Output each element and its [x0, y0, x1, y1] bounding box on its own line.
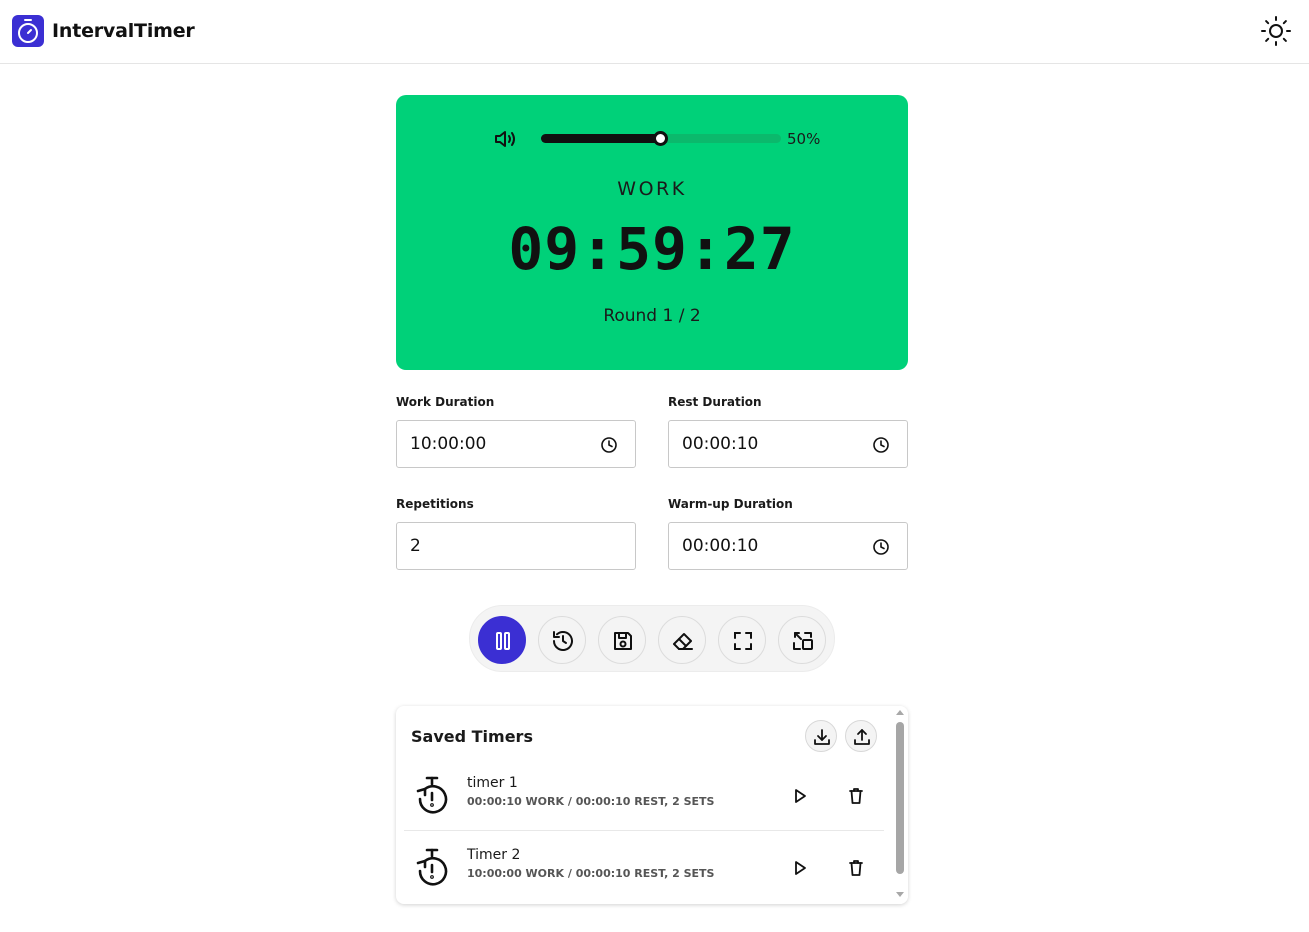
timer-display: 50% WORK 09:59:27 Round 1 / 2 — [396, 95, 908, 370]
scrollbar[interactable] — [892, 706, 908, 904]
volume-slider-fill — [541, 134, 661, 143]
switch-icon — [793, 632, 813, 650]
warmup-duration-label: Warm-up Duration — [668, 497, 793, 511]
sun-icon — [1261, 16, 1291, 46]
saved-timer-summary: 00:00:10 WORK / 00:00:10 REST, 2 SETS — [467, 795, 715, 808]
volume-percent: 50% — [787, 130, 821, 148]
saved-timers-panel: Saved Timers timer 1 00:00:10 WORK / 00:… — [396, 706, 908, 904]
work-duration-value: 10:00:00 — [410, 434, 487, 454]
pause-button[interactable] — [478, 616, 526, 664]
import-button[interactable] — [805, 720, 837, 752]
saved-timer-row[interactable]: timer 1 00:00:10 WORK / 00:00:10 REST, 2… — [404, 762, 884, 832]
speaker-icon[interactable] — [494, 129, 518, 149]
warmup-duration-field[interactable]: 00:00:10 — [668, 522, 908, 570]
upload-icon — [854, 729, 870, 745]
play-icon[interactable] — [788, 856, 812, 880]
pause-icon — [496, 632, 510, 650]
fullscreen-icon — [734, 632, 752, 650]
top-bar: IntervalTimer — [0, 0, 1309, 64]
rest-duration-label: Rest Duration — [668, 395, 762, 409]
switch-view-button[interactable] — [778, 616, 826, 664]
play-icon[interactable] — [788, 784, 812, 808]
rest-duration-field[interactable]: 00:00:10 — [668, 420, 908, 468]
clear-button[interactable] — [658, 616, 706, 664]
saved-timer-name: Timer 2 — [467, 847, 521, 863]
clock-icon[interactable] — [872, 538, 890, 556]
saved-timer-summary: 10:00:00 WORK / 00:00:10 REST, 2 SETS — [467, 867, 715, 880]
phase-label: WORK — [617, 178, 687, 200]
history-icon — [553, 631, 573, 651]
scroll-down-arrow[interactable] — [896, 892, 904, 897]
round-counter: Round 1 / 2 — [603, 306, 701, 326]
scrollbar-thumb[interactable] — [896, 722, 904, 874]
save-icon — [614, 632, 632, 650]
warmup-duration-value: 00:00:10 — [682, 536, 759, 556]
volume-slider[interactable] — [541, 131, 781, 146]
repetitions-value: 2 — [410, 536, 421, 556]
work-duration-field[interactable]: 10:00:00 — [396, 420, 636, 468]
timer-reset-icon — [416, 848, 448, 886]
download-icon — [814, 729, 830, 745]
eraser-icon — [673, 633, 693, 650]
stopwatch-icon — [12, 15, 44, 47]
trash-icon[interactable] — [844, 784, 868, 808]
control-toolbar — [469, 605, 835, 672]
export-button[interactable] — [845, 720, 877, 752]
save-button[interactable] — [598, 616, 646, 664]
timer-reset-icon — [416, 776, 448, 814]
saved-timer-row[interactable]: Timer 2 10:00:00 WORK / 00:00:10 REST, 2… — [404, 834, 884, 904]
saved-timers-title: Saved Timers — [411, 727, 533, 746]
trash-icon[interactable] — [844, 856, 868, 880]
rest-duration-value: 00:00:10 — [682, 434, 759, 454]
clock-icon[interactable] — [600, 436, 618, 454]
clock-icon[interactable] — [872, 436, 890, 454]
volume-slider-thumb[interactable] — [653, 131, 668, 146]
scroll-up-arrow[interactable] — [896, 710, 904, 715]
theme-toggle-button[interactable] — [1260, 15, 1292, 47]
app-title: IntervalTimer — [52, 20, 195, 42]
row-divider — [404, 830, 884, 831]
work-duration-label: Work Duration — [396, 395, 495, 409]
reset-button[interactable] — [538, 616, 586, 664]
countdown-time: 09:59:27 — [508, 215, 796, 283]
saved-timer-name: timer 1 — [467, 775, 518, 791]
fullscreen-button[interactable] — [718, 616, 766, 664]
repetitions-label: Repetitions — [396, 497, 474, 511]
repetitions-field[interactable]: 2 — [396, 522, 636, 570]
